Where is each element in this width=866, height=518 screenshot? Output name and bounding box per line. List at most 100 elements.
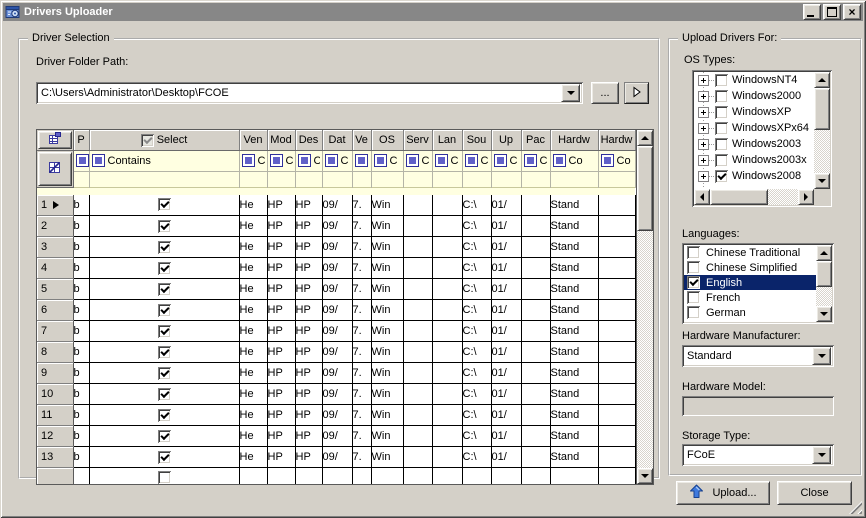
filter-cell-sou[interactable]: C: [462, 151, 491, 172]
filter-funnel-icon[interactable]: [524, 154, 537, 167]
cell-select[interactable]: [89, 258, 239, 279]
filter-input-cell-up[interactable]: [491, 171, 521, 187]
row-number-cell[interactable]: 4: [37, 258, 73, 279]
filter-funnel-icon[interactable]: [406, 154, 419, 167]
column-header-hardw2[interactable]: Hardw: [598, 130, 635, 151]
tree-item[interactable]: WindowsXP: [694, 104, 814, 120]
os-type-checkbox[interactable]: [715, 106, 728, 119]
filter-cell-ven[interactable]: C: [239, 151, 267, 172]
select-checkbox[interactable]: [158, 262, 171, 275]
os-types-tree[interactable]: WindowsNT4Windows2000WindowsXPWindowsXPx…: [692, 70, 832, 207]
lang-scroll-down-button[interactable]: [816, 306, 832, 322]
filter-funnel-icon[interactable]: [435, 154, 448, 167]
filter-cell-des[interactable]: C: [295, 151, 322, 172]
filter-funnel-icon[interactable]: [374, 154, 387, 167]
grid-scroll-down-button[interactable]: [637, 468, 653, 484]
column-header-select[interactable]: Select: [89, 130, 239, 151]
lang-scrollbar-track[interactable]: [816, 287, 832, 306]
filter-input-cell-hardw2[interactable]: [598, 171, 635, 187]
filter-funnel-icon[interactable]: [92, 154, 105, 167]
folder-path-combobox[interactable]: C:\Users\Administrator\Desktop\FCOE: [36, 82, 583, 104]
os-types-horizontal-scrollbar[interactable]: [694, 189, 814, 205]
os-scroll-right-button[interactable]: [798, 189, 814, 205]
select-checkbox[interactable]: [158, 220, 171, 233]
column-header-mod[interactable]: Mod: [267, 130, 295, 151]
row-number-cell[interactable]: 10: [37, 384, 73, 405]
language-item[interactable]: Chinese Simplified: [684, 260, 816, 275]
os-type-checkbox[interactable]: [715, 74, 728, 87]
row-number-cell[interactable]: 3: [37, 237, 73, 258]
tree-item[interactable]: Windows2003x: [694, 152, 814, 168]
os-scrollbar-thumb[interactable]: [814, 88, 830, 130]
row-number-cell[interactable]: 2: [37, 216, 73, 237]
filter-funnel-icon[interactable]: [601, 154, 614, 167]
maximize-button[interactable]: [823, 4, 841, 20]
filter-funnel-icon[interactable]: [355, 154, 368, 167]
row-number-cell[interactable]: 7: [37, 321, 73, 342]
filter-cell-mod[interactable]: C: [267, 151, 295, 172]
grid-vertical-scrollbar[interactable]: [636, 130, 653, 484]
filter-input-cell-lan[interactable]: [432, 171, 462, 187]
os-type-checkbox[interactable]: [715, 122, 728, 135]
tree-item[interactable]: Windows2000: [694, 88, 814, 104]
filter-funnel-icon[interactable]: [298, 154, 311, 167]
filter-input-cell-ven[interactable]: [239, 171, 267, 187]
select-checkbox[interactable]: [158, 198, 171, 211]
cell-select[interactable]: [89, 216, 239, 237]
filter-funnel-icon[interactable]: [242, 154, 255, 167]
lang-scrollbar-thumb[interactable]: [816, 261, 832, 287]
expand-plus-icon[interactable]: [698, 155, 709, 166]
filter-input-cell-pac[interactable]: [521, 171, 550, 187]
select-checkbox[interactable]: [158, 304, 171, 317]
hardware-manufacturer-combobox[interactable]: Standard: [682, 345, 834, 367]
expand-plus-icon[interactable]: [698, 91, 709, 102]
os-scroll-up-button[interactable]: [814, 72, 830, 88]
select-checkbox[interactable]: [158, 367, 171, 380]
filter-input-cell-select[interactable]: [89, 171, 239, 187]
filter-input-cell-p[interactable]: [73, 171, 89, 187]
language-item[interactable]: English: [684, 275, 816, 290]
select-all-checkbox[interactable]: [141, 134, 154, 147]
cell-select[interactable]: [89, 279, 239, 300]
select-checkbox[interactable]: [158, 451, 171, 464]
grid-customize-button[interactable]: [38, 131, 72, 149]
cell-select[interactable]: [89, 426, 239, 447]
lang-scroll-up-button[interactable]: [816, 245, 832, 261]
os-scrollbar-track[interactable]: [814, 130, 830, 173]
select-checkbox[interactable]: [158, 409, 171, 422]
filter-input-cell-os[interactable]: [371, 171, 403, 187]
filter-input-cell-sou[interactable]: [462, 171, 491, 187]
tree-item[interactable]: Windows2008: [694, 168, 814, 184]
os-type-checkbox[interactable]: [715, 138, 728, 151]
row-number-cell[interactable]: 5: [37, 279, 73, 300]
storage-type-value[interactable]: FCoE: [682, 449, 812, 461]
column-header-sou[interactable]: Sou: [462, 130, 491, 151]
column-header-up[interactable]: Up: [491, 130, 521, 151]
storage-type-combobox[interactable]: FCoE: [682, 444, 834, 466]
tree-item[interactable]: Windows2003: [694, 136, 814, 152]
filter-cell-select[interactable]: Contains: [89, 151, 239, 172]
os-types-vertical-scrollbar[interactable]: [814, 72, 830, 189]
filter-funnel-icon[interactable]: [270, 154, 283, 167]
expand-plus-icon[interactable]: [698, 139, 709, 150]
cell-select[interactable]: [89, 405, 239, 426]
language-item[interactable]: German: [684, 305, 816, 320]
hardware-manufacturer-value[interactable]: Standard: [682, 350, 812, 362]
grid-scrollbar-track[interactable]: [637, 231, 653, 468]
close-button[interactable]: Close: [777, 481, 852, 505]
expand-plus-icon[interactable]: [698, 107, 709, 118]
column-header-lan[interactable]: Lan: [432, 130, 462, 151]
cell-select[interactable]: [89, 447, 239, 468]
browse-button[interactable]: ...: [591, 82, 619, 104]
filter-cell-lan[interactable]: C: [432, 151, 462, 172]
expand-plus-icon[interactable]: [698, 75, 709, 86]
expand-plus-icon[interactable]: [698, 171, 709, 182]
select-checkbox[interactable]: [158, 346, 171, 359]
filter-cell-hardw2[interactable]: Co: [598, 151, 635, 172]
language-item[interactable]: French: [684, 290, 816, 305]
select-checkbox[interactable]: [158, 241, 171, 254]
grid-scroll-up-button[interactable]: [637, 130, 653, 146]
language-checkbox[interactable]: [687, 276, 700, 289]
select-checkbox[interactable]: [158, 430, 171, 443]
clear-filter-button[interactable]: [38, 152, 72, 186]
